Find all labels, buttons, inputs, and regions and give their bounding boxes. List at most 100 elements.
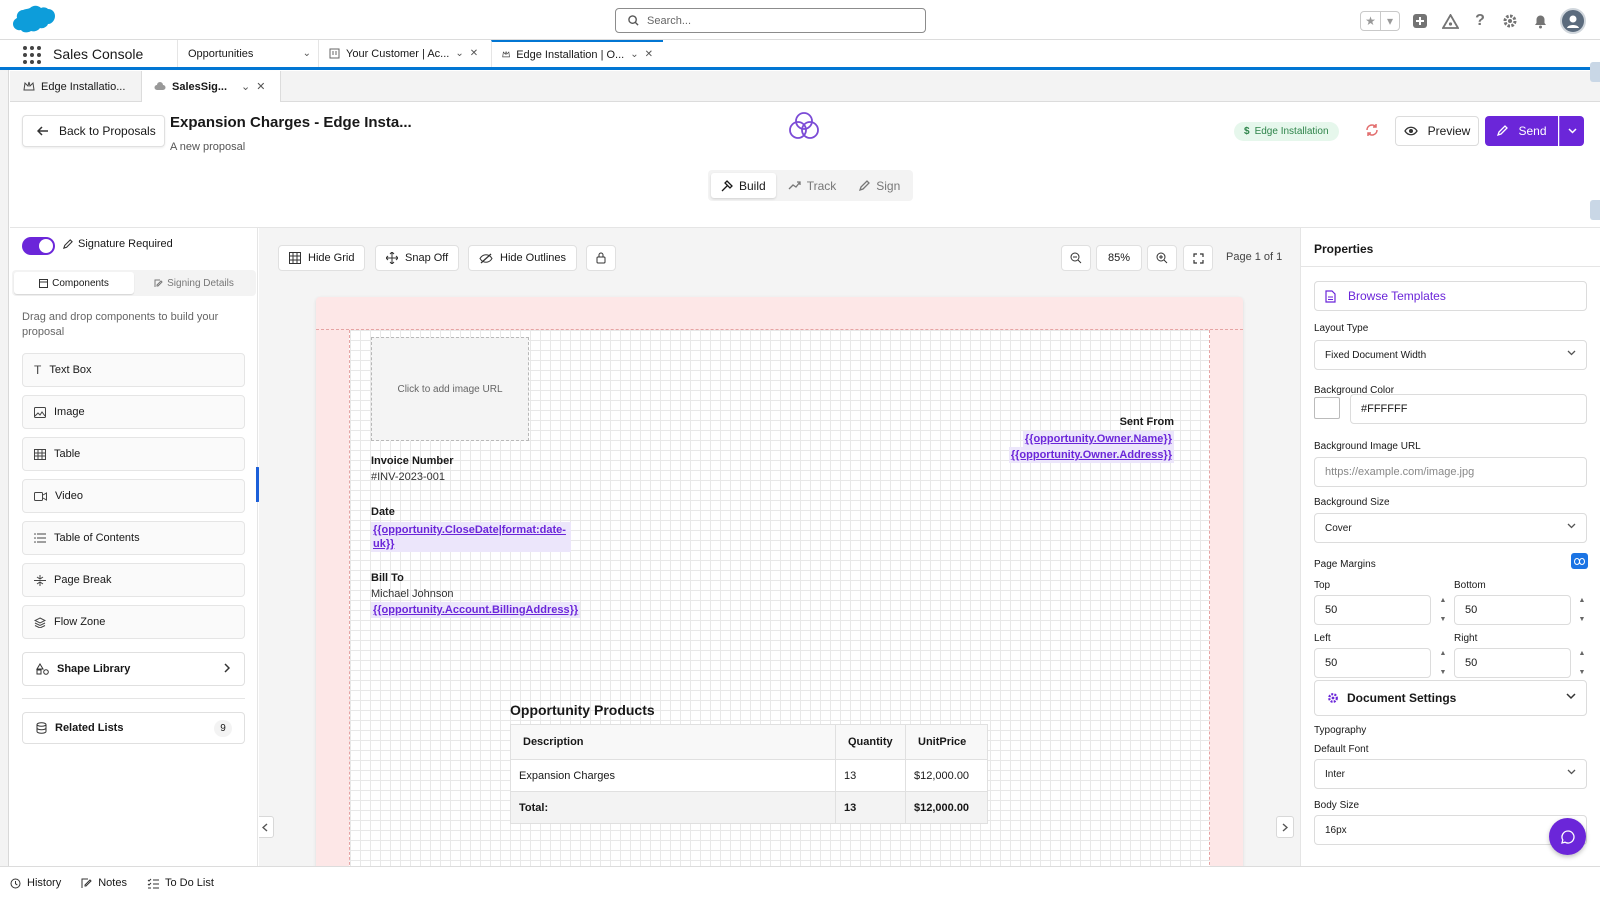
body-size-select[interactable]: 16px <box>1314 815 1587 845</box>
component-table-of-contents[interactable]: Table of Contents <box>22 521 245 555</box>
favorites-dropdown-icon[interactable]: ▾ <box>1380 12 1399 30</box>
close-icon[interactable]: ✕ <box>645 49 653 60</box>
component-page-break[interactable]: Page Break <box>22 563 245 597</box>
component-text-box[interactable]: T Text Box <box>22 353 245 387</box>
tab-track[interactable]: Track <box>778 173 847 198</box>
close-icon[interactable]: ✕ <box>256 80 265 93</box>
zoom-out-button[interactable] <box>1061 245 1091 271</box>
lock-button[interactable] <box>586 245 616 271</box>
search-icon <box>628 15 639 26</box>
image-placeholder[interactable]: Click to add image URL <box>371 337 529 441</box>
date-block[interactable]: Date {{opportunity.CloseDate|format:date… <box>371 506 571 552</box>
zoom-in-button[interactable] <box>1147 245 1177 271</box>
chevron-down-icon[interactable]: ⌄ <box>455 48 463 59</box>
layout-type-select[interactable]: Fixed Document Width <box>1314 340 1587 370</box>
object-nav-tab[interactable]: Opportunities ⌄ <box>177 40 317 67</box>
right-edge-handle[interactable] <box>1590 62 1600 82</box>
products-table[interactable]: Description Quantity UnitPrice Expansion… <box>510 724 988 824</box>
add-plus-icon[interactable] <box>1410 11 1430 31</box>
scroll-left-button[interactable] <box>259 816 274 838</box>
star-icon[interactable]: ★ <box>1361 12 1380 30</box>
merge-field-owner-name[interactable]: {{opportunity.Owner.Name}} <box>1022 431 1174 447</box>
body-size-value: 16px <box>1325 824 1347 836</box>
trailhead-icon[interactable] <box>1440 11 1460 31</box>
merge-field-billing-address[interactable]: {{opportunity.Account.BillingAddress}} <box>371 602 581 618</box>
component-table[interactable]: Table <box>22 437 245 471</box>
component-video[interactable]: Video <box>22 479 245 513</box>
utility-history[interactable]: History <box>10 877 61 889</box>
related-lists-count: 9 <box>214 720 232 737</box>
salesforce-cloud-logo[interactable] <box>10 4 58 36</box>
subtab-opportunity[interactable]: Edge Installatio... <box>11 71 139 102</box>
margin-bottom-input[interactable]: 50 <box>1454 595 1571 625</box>
setup-gear-icon[interactable] <box>1500 11 1520 31</box>
properties-title: Properties <box>1314 242 1374 256</box>
background-size-select[interactable]: Cover <box>1314 513 1587 543</box>
right-edge-handle[interactable] <box>1590 200 1600 220</box>
tab-sign[interactable]: Sign <box>848 173 910 198</box>
default-font-select[interactable]: Inter <box>1314 759 1587 789</box>
background-image-url-input[interactable]: https://example.com/image.jpg <box>1314 457 1587 487</box>
merge-field-close-date[interactable]: {{opportunity.CloseDate|format:date-uk}} <box>371 522 571 552</box>
sent-from-block[interactable]: Sent From {{opportunity.Owner.Name}} {{o… <box>1008 416 1174 463</box>
related-lists-button[interactable]: Related Lists 9 <box>22 712 245 744</box>
invoice-number-block[interactable]: Invoice Number #INV-2023-001 <box>371 455 454 483</box>
chat-assistant-button[interactable] <box>1549 818 1586 855</box>
tab-signing-details[interactable]: Signing Details <box>134 272 254 294</box>
component-image[interactable]: Image <box>22 395 245 429</box>
notifications-bell-icon[interactable] <box>1530 11 1550 31</box>
document-settings-accordion[interactable]: Document Settings <box>1314 680 1587 716</box>
workspace-tab-opportunity[interactable]: Edge Installation | O... ⌄ ✕ <box>491 40 663 67</box>
workspace-tab-account[interactable]: Your Customer | Ac... ⌄ ✕ <box>318 40 490 67</box>
scroll-right-button[interactable] <box>1276 816 1294 838</box>
preview-button[interactable]: Preview <box>1395 116 1479 146</box>
hide-grid-button[interactable]: Hide Grid <box>278 245 366 271</box>
page-content-area[interactable]: Click to add image URL Sent From {{oppor… <box>349 330 1210 866</box>
document-page[interactable]: Click to add image URL Sent From {{oppor… <box>316 297 1243 866</box>
canvas-area: Hide Grid Snap Off Hide Outlines 85% Pag… <box>259 228 1300 866</box>
hide-outlines-button[interactable]: Hide Outlines <box>468 245 578 271</box>
send-options-dropdown[interactable] <box>1559 116 1584 146</box>
favorites-group[interactable]: ★ ▾ <box>1360 11 1400 31</box>
bill-to-block[interactable]: Bill To Michael Johnson {{opportunity.Ac… <box>371 572 581 618</box>
signature-required-toggle[interactable] <box>22 237 55 255</box>
merge-field-owner-address[interactable]: {{opportunity.Owner.Address}} <box>1008 447 1174 463</box>
snap-toggle-button[interactable]: Snap Off <box>375 245 460 271</box>
app-launcher-icon[interactable] <box>23 46 41 64</box>
background-color-swatch[interactable] <box>1314 397 1340 419</box>
utility-notes[interactable]: Notes <box>81 877 127 889</box>
chevron-down-icon <box>1567 769 1576 775</box>
link-margins-toggle-icon[interactable] <box>1571 553 1588 569</box>
margin-top-input[interactable]: 50 <box>1314 595 1431 625</box>
send-button[interactable]: Send <box>1485 116 1558 146</box>
user-avatar[interactable] <box>1560 8 1586 34</box>
margin-bottom-stepper[interactable]: ▲ ▼ <box>1576 597 1588 623</box>
zoom-level[interactable]: 85% <box>1096 245 1142 271</box>
proposal-title[interactable]: Expansion Charges - Edge Insta... <box>170 114 412 131</box>
help-icon[interactable]: ? <box>1470 11 1490 31</box>
tab-build[interactable]: Build <box>711 173 776 198</box>
products-title[interactable]: Opportunity Products <box>510 702 655 718</box>
fullscreen-button[interactable] <box>1183 245 1213 271</box>
chevron-down-icon[interactable]: ⌄ <box>241 80 250 93</box>
close-icon[interactable]: ✕ <box>470 48 478 59</box>
global-search-input[interactable]: Search... <box>615 8 926 33</box>
sync-icon[interactable] <box>1365 123 1379 137</box>
margin-left-stepper[interactable]: ▲ ▼ <box>1437 650 1449 676</box>
component-flow-zone[interactable]: Flow Zone <box>22 605 245 639</box>
chevron-down-icon <box>1567 350 1576 356</box>
margin-top-stepper[interactable]: ▲ ▼ <box>1437 597 1449 623</box>
tab-components[interactable]: Components <box>14 272 134 294</box>
utility-todo[interactable]: To Do List <box>147 877 214 889</box>
subtab-salessig[interactable]: SalesSig... ⌄ ✕ <box>141 71 281 102</box>
margin-right-input[interactable]: 50 <box>1454 648 1571 678</box>
margin-left-input[interactable]: 50 <box>1314 648 1431 678</box>
opportunity-badge[interactable]: $ Edge Installation <box>1234 122 1339 141</box>
chevron-down-icon[interactable]: ⌄ <box>303 48 311 59</box>
back-to-proposals-button[interactable]: Back to Proposals <box>22 115 165 147</box>
margin-right-stepper[interactable]: ▲ ▼ <box>1576 650 1588 676</box>
background-color-input[interactable]: #FFFFFF <box>1350 394 1587 424</box>
browse-templates-button[interactable]: Browse Templates <box>1314 281 1587 311</box>
shape-library-button[interactable]: Shape Library <box>22 652 245 686</box>
chevron-down-icon[interactable]: ⌄ <box>630 49 638 60</box>
